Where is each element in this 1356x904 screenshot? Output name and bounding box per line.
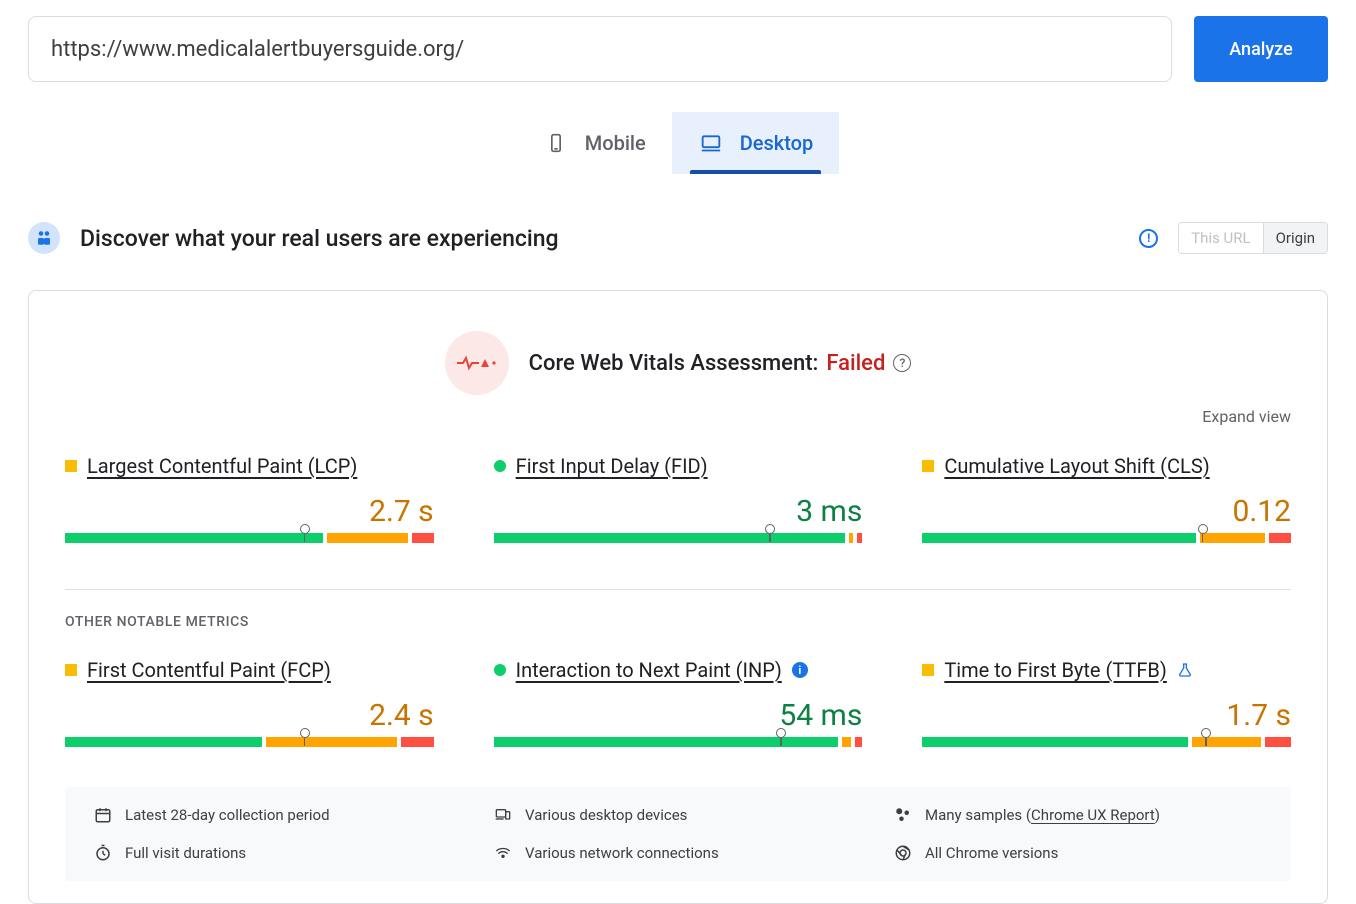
distribution-bar bbox=[494, 737, 863, 759]
metric-name[interactable]: First Input Delay (FID) bbox=[516, 454, 708, 478]
metric-name[interactable]: Interaction to Next Paint (INP) bbox=[516, 658, 782, 682]
network-icon bbox=[493, 843, 513, 863]
help-icon[interactable]: ? bbox=[893, 354, 911, 372]
footer-period: Latest 28-day collection period bbox=[125, 806, 330, 824]
analyze-button[interactable]: Analyze bbox=[1194, 16, 1328, 82]
assessment-status: Failed bbox=[826, 351, 885, 376]
divider bbox=[65, 589, 1291, 590]
scope-toggle: This URL Origin bbox=[1178, 222, 1328, 254]
assessment-card: Core Web Vitals Assessment: Failed ? Exp… bbox=[28, 290, 1328, 904]
chrome-ux-report-link[interactable]: Chrome UX Report bbox=[1031, 806, 1155, 824]
chrome-icon bbox=[893, 843, 913, 863]
metric-bottom-0: First Contentful Paint (FCP) 2.4 s bbox=[65, 658, 434, 759]
metric-value: 2.7 s bbox=[65, 494, 434, 529]
footer-durations: Full visit durations bbox=[125, 844, 246, 862]
metric-name[interactable]: Cumulative Layout Shift (CLS) bbox=[944, 454, 1209, 478]
other-metrics-title: OTHER NOTABLE METRICS bbox=[65, 614, 1291, 630]
status-marker bbox=[65, 460, 77, 472]
status-marker bbox=[922, 460, 934, 472]
info-icon[interactable]: ! bbox=[1139, 229, 1158, 248]
metric-value: 3 ms bbox=[494, 494, 863, 529]
marker-icon bbox=[300, 524, 310, 542]
metric-value: 0.12 bbox=[922, 494, 1291, 529]
metric-top-1: First Input Delay (FID) 3 ms bbox=[494, 454, 863, 555]
distribution-bar bbox=[494, 533, 863, 555]
info-icon[interactable]: i bbox=[792, 662, 808, 678]
metric-value: 1.7 s bbox=[922, 698, 1291, 733]
marker-icon bbox=[776, 728, 786, 746]
metric-bottom-1: Interaction to Next Paint (INP) i 54 ms bbox=[494, 658, 863, 759]
footer-versions: All Chrome versions bbox=[925, 844, 1058, 862]
metric-top-0: Largest Contentful Paint (LCP) 2.7 s bbox=[65, 454, 434, 555]
metric-name[interactable]: First Contentful Paint (FCP) bbox=[87, 658, 331, 682]
footer-devices: Various desktop devices bbox=[525, 806, 687, 824]
metric-name[interactable]: Time to First Byte (TTFB) bbox=[944, 658, 1167, 682]
devices-icon bbox=[493, 805, 513, 825]
scope-origin-button[interactable]: Origin bbox=[1263, 223, 1327, 253]
metric-name[interactable]: Largest Contentful Paint (LCP) bbox=[87, 454, 357, 478]
tab-label: Desktop bbox=[740, 131, 814, 155]
marker-icon bbox=[300, 728, 310, 746]
assessment-text: Core Web Vitals Assessment: Failed ? bbox=[529, 351, 912, 376]
footer-network: Various network connections bbox=[525, 844, 719, 862]
footer-panel: Latest 28-day collection period Various … bbox=[65, 787, 1291, 881]
users-icon bbox=[28, 222, 60, 254]
distribution-bar bbox=[922, 737, 1291, 759]
status-marker bbox=[494, 664, 506, 676]
desktop-icon bbox=[698, 133, 724, 153]
metric-value: 2.4 s bbox=[65, 698, 434, 733]
status-marker bbox=[494, 460, 506, 472]
metric-value: 54 ms bbox=[494, 698, 863, 733]
tab-desktop[interactable]: Desktop bbox=[672, 112, 840, 174]
clock-icon bbox=[93, 843, 113, 863]
assessment-status-icon bbox=[445, 331, 509, 395]
expand-view-link[interactable]: Expand view bbox=[65, 407, 1291, 426]
calendar-icon bbox=[93, 805, 113, 825]
assessment-label: Core Web Vitals Assessment: bbox=[529, 351, 819, 376]
url-input[interactable] bbox=[28, 16, 1172, 82]
section-title: Discover what your real users are experi… bbox=[80, 225, 559, 252]
mobile-icon bbox=[543, 133, 569, 153]
status-marker bbox=[922, 664, 934, 676]
scope-url-button[interactable]: This URL bbox=[1179, 223, 1262, 253]
metric-bottom-2: Time to First Byte (TTFB) 1.7 s bbox=[922, 658, 1291, 759]
marker-icon bbox=[1201, 728, 1211, 746]
distribution-bar bbox=[922, 533, 1291, 555]
status-marker bbox=[65, 664, 77, 676]
marker-icon bbox=[1198, 524, 1208, 542]
metric-top-2: Cumulative Layout Shift (CLS) 0.12 bbox=[922, 454, 1291, 555]
tab-label: Mobile bbox=[585, 131, 646, 155]
tab-mobile[interactable]: Mobile bbox=[517, 112, 672, 174]
distribution-bar bbox=[65, 737, 434, 759]
samples-icon bbox=[893, 805, 913, 825]
experimental-icon[interactable] bbox=[1177, 662, 1193, 678]
marker-icon bbox=[765, 524, 775, 542]
footer-samples: Many samples (Chrome UX Report) bbox=[925, 806, 1160, 824]
distribution-bar bbox=[65, 533, 434, 555]
